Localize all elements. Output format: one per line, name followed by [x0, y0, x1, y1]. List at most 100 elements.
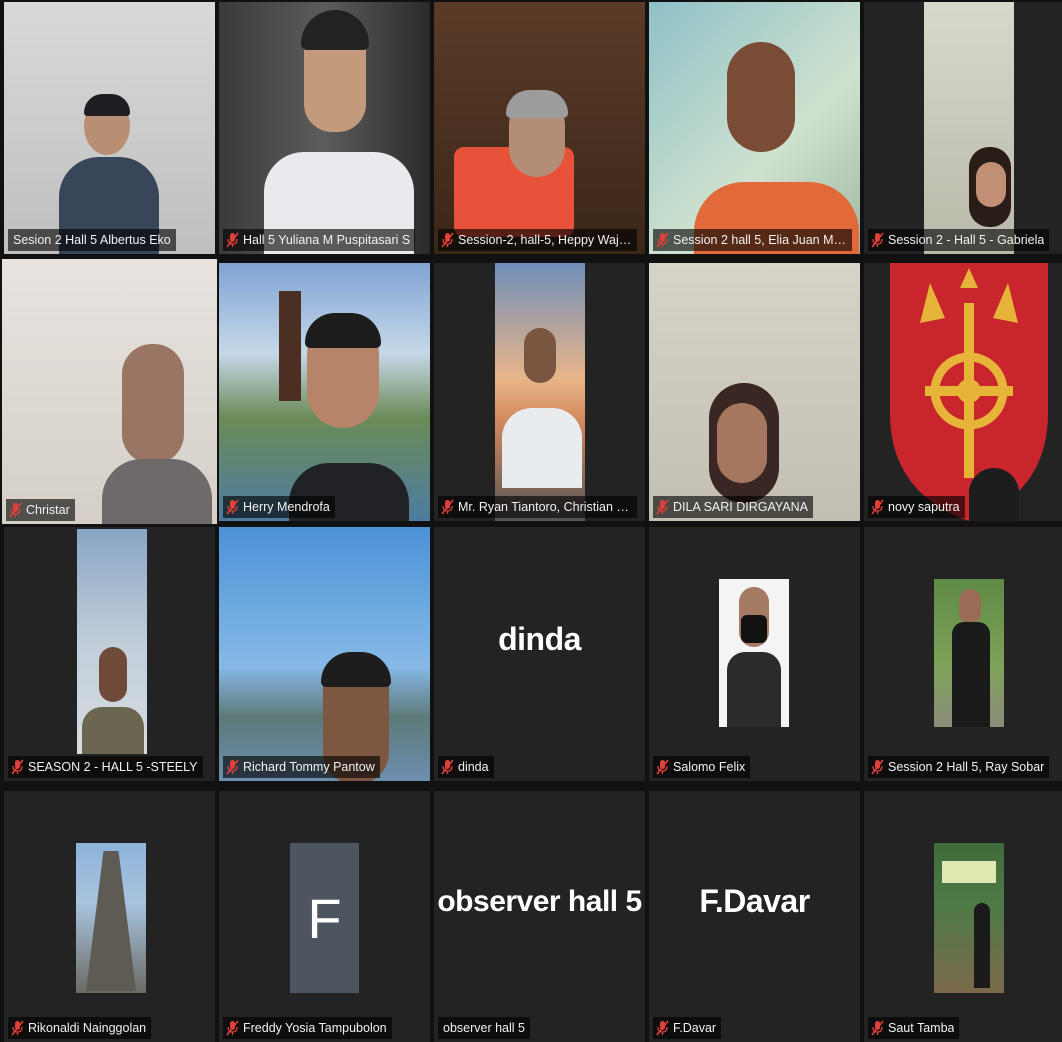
participant-tile[interactable]: novy saputra [864, 263, 1062, 521]
participant-name: dinda [458, 760, 489, 774]
participant-tile[interactable]: Mr. Ryan Tiantoro, Christian University … [434, 263, 645, 521]
participant-tile[interactable]: Salomo Felix [649, 527, 860, 781]
participant-tile[interactable]: Session 2 - Hall 5 - Gabriela [864, 2, 1062, 254]
participant-video [649, 2, 860, 254]
participant-name: Session-2, hall-5, Heppy Wajongkere, ... [458, 233, 632, 247]
microphone-muted-icon [656, 499, 669, 515]
participant-name: Christar [26, 503, 70, 517]
participant-tile[interactable]: F.Davar F.Davar [649, 791, 860, 1042]
person-body [502, 408, 582, 488]
participant-tile[interactable]: F Freddy Yosia Tampubolon [219, 791, 430, 1042]
microphone-muted-icon [871, 1020, 884, 1036]
participant-name: Herry Mendrofa [243, 500, 330, 514]
participant-namebar: Session 2 hall 5, Elia Juan Markus [653, 229, 852, 251]
participant-tile[interactable]: Session 2 hall 5, Elia Juan Markus [649, 2, 860, 254]
microphone-muted-icon [656, 232, 669, 248]
avatar: F [290, 843, 359, 993]
participant-name: Freddy Yosia Tampubolon [243, 1021, 387, 1035]
participant-video [4, 2, 215, 254]
microphone-muted-icon [226, 759, 239, 775]
participant-video [219, 263, 430, 521]
person-head [122, 344, 184, 464]
temple-background [279, 291, 301, 401]
participant-name: Session 2 Hall 5, Ray Sobar [888, 760, 1045, 774]
participant-tile[interactable]: Sesion 2 Hall 5 Albertus Eko [4, 2, 215, 254]
participant-tile[interactable]: dinda dinda [434, 527, 645, 781]
person-body [82, 707, 144, 754]
participant-tile-active-speaker[interactable]: Christar [2, 259, 217, 524]
participant-tile[interactable]: observer hall 5 observer hall 5 [434, 791, 645, 1042]
participant-video [864, 263, 1062, 521]
microphone-muted-icon [226, 232, 239, 248]
participant-name: Mr. Ryan Tiantoro, Christian University … [458, 500, 632, 514]
participant-tile[interactable]: Herry Mendrofa [219, 263, 430, 521]
participant-video [864, 527, 1062, 781]
participant-video [2, 259, 217, 524]
participant-tile[interactable]: Richard Tommy Pantow [219, 527, 430, 781]
microphone-muted-icon [226, 499, 239, 515]
gallery-view: Sesion 2 Hall 5 Albertus Eko Hall 5 Yuli… [0, 0, 1062, 1042]
participant-namebar: SEASON 2 - HALL 5 -STEELY [8, 756, 203, 778]
microphone-muted-icon [9, 502, 22, 518]
participant-display-name: F.Davar [699, 883, 810, 919]
microphone-muted-icon [656, 1020, 669, 1036]
participant-namebar: dinda [438, 756, 494, 778]
person-head [959, 589, 981, 624]
banner [942, 861, 996, 883]
microphone-muted-icon [871, 759, 884, 775]
person-head [976, 162, 1006, 207]
participant-tile[interactable]: Session-2, hall-5, Heppy Wajongkere, ... [434, 2, 645, 254]
participant-display-name: observer hall 5 [437, 884, 642, 918]
participant-tile[interactable]: Hall 5 Yuliana M Puspitasari S [219, 2, 430, 254]
participant-tile[interactable]: Rikonaldi Nainggolan [4, 791, 215, 1042]
person-body [952, 622, 990, 727]
person-body [974, 903, 990, 988]
participant-namebar: F.Davar [653, 1017, 722, 1039]
participant-video [649, 527, 860, 781]
participant-video [219, 527, 430, 781]
person-head [969, 468, 1019, 521]
participant-tile[interactable]: Saut Tamba [864, 791, 1062, 1042]
participant-namebar: observer hall 5 [438, 1017, 530, 1039]
participant-video [434, 263, 645, 521]
participant-namebar: Session 2 Hall 5, Ray Sobar [868, 756, 1050, 778]
microphone-muted-icon [656, 759, 669, 775]
person-body [102, 459, 212, 524]
participant-tile[interactable]: SEASON 2 - HALL 5 -STEELY [4, 527, 215, 781]
emblem-profile-picture [890, 263, 1048, 521]
participant-tile[interactable]: DILA SARI DIRGAYANA [649, 263, 860, 521]
person-hair [506, 90, 568, 118]
person-head [727, 42, 795, 152]
person-head [524, 328, 556, 383]
participant-name: Richard Tommy Pantow [243, 760, 375, 774]
participant-name: Hall 5 Yuliana M Puspitasari S [243, 233, 411, 247]
participant-name: F.Davar [673, 1021, 717, 1035]
participant-namebar: Christar [6, 499, 75, 521]
microphone-muted-icon [11, 759, 24, 775]
participant-namebar: Saut Tamba [868, 1017, 960, 1039]
participant-namebar: Session 2 - Hall 5 - Gabriela [868, 229, 1050, 251]
person-head [99, 647, 127, 702]
participant-name: Sesion 2 Hall 5 Albertus Eko [13, 233, 171, 247]
participant-video [434, 2, 645, 254]
participant-video [219, 2, 430, 254]
participant-video [649, 263, 860, 521]
participant-tile[interactable]: Session 2 Hall 5, Ray Sobar [864, 527, 1062, 781]
microphone-muted-icon [441, 499, 454, 515]
participant-name: Session 2 - Hall 5 - Gabriela [888, 233, 1045, 247]
person-hair [84, 94, 130, 116]
microphone-muted-icon [441, 232, 454, 248]
microphone-muted-icon [871, 232, 884, 248]
face-mask [741, 615, 767, 643]
participant-name: DILA SARI DIRGAYANA [673, 500, 808, 514]
participant-namebar: Rikonaldi Nainggolan [8, 1017, 152, 1039]
person-head [717, 403, 767, 483]
participant-namebar: Hall 5 Yuliana M Puspitasari S [223, 229, 416, 251]
participant-display-name: dinda [498, 620, 581, 657]
person-hair [301, 10, 369, 50]
participant-namebar: DILA SARI DIRGAYANA [653, 496, 813, 518]
participant-video [864, 791, 1062, 1042]
participant-name: Session 2 hall 5, Elia Juan Markus [673, 233, 847, 247]
participant-name: Salomo Felix [673, 760, 746, 774]
participant-namebar: Mr. Ryan Tiantoro, Christian University … [438, 496, 637, 518]
